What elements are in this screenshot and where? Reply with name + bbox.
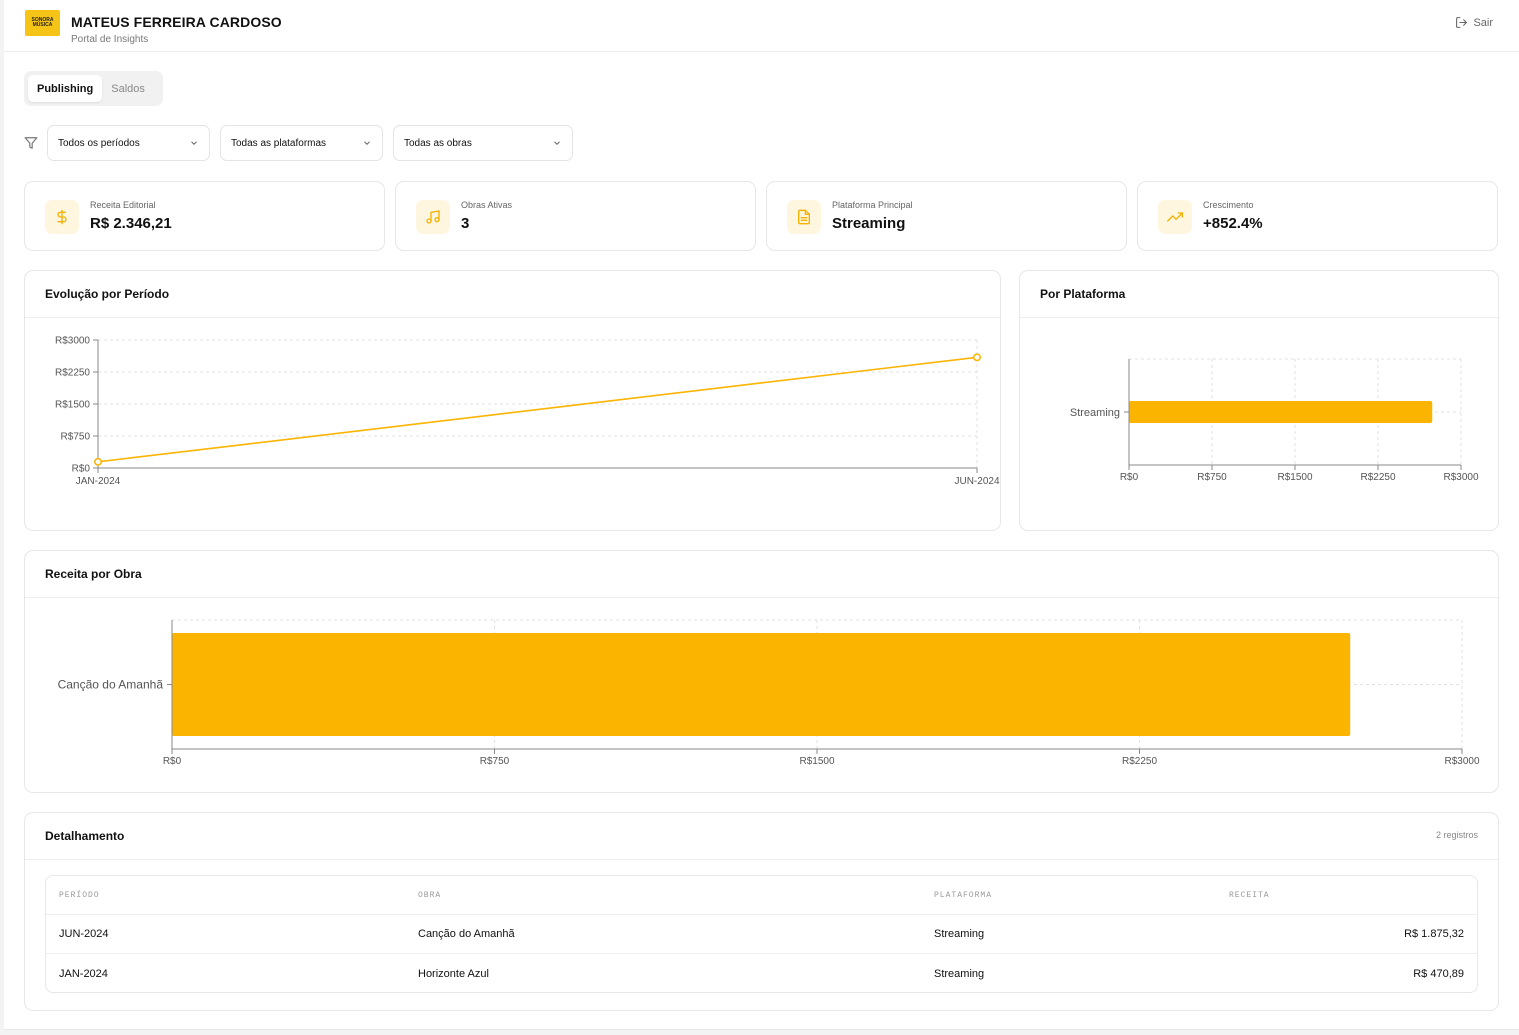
- x-tick-label: R$1500: [1277, 472, 1312, 483]
- chart-title: Receita por Obra: [45, 567, 142, 581]
- card-divider: [25, 859, 1498, 860]
- logout-label: Sair: [1473, 16, 1493, 29]
- tab-saldos[interactable]: Saldos: [102, 75, 154, 102]
- work-chart-card: Receita por Obra R$0 R$750 R$1500 R$2250 R$3…: [24, 550, 1499, 793]
- x-tick-label: R$3000: [1443, 472, 1478, 483]
- evolution-chart-card: Evolução por Período R$0 R$750 R$1500 R$225…: [24, 270, 1001, 531]
- record-count: 2 registros: [1435, 830, 1478, 840]
- music-note-icon: [416, 200, 450, 234]
- platform-chart-card: Por Plataforma R$0 R$750 R$1500 R$2250 R$300…: [1019, 270, 1499, 531]
- data-point: [94, 457, 102, 466]
- cell-period: JUN-2024: [59, 928, 109, 940]
- chart-title: Por Plataforma: [1040, 287, 1126, 301]
- kpi-card-revenue: Receita Editorial R$ 2.346,21: [24, 181, 385, 251]
- column-header-period[interactable]: PERÍODO: [59, 876, 100, 914]
- kpi-card-platform: Plataforma Principal Streaming: [766, 181, 1127, 251]
- kpi-value: +852.4%: [1203, 215, 1263, 232]
- cell-work: Horizonte Azul: [418, 967, 489, 980]
- logo-text-line2: MÚSICA: [32, 22, 53, 28]
- y-tick-label: R$0: [72, 464, 91, 475]
- logout-button[interactable]: Sair: [1455, 16, 1493, 29]
- x-tick-label: R$1500: [799, 756, 834, 767]
- series-line: [97, 356, 978, 463]
- table-row[interactable]: JAN-2024 Horizonte Azul Streaming R$ 470…: [46, 954, 1477, 992]
- kpi-label: Receita Editorial: [90, 200, 156, 210]
- platform-select-value: Todas as plataformas: [231, 137, 327, 149]
- y-category-label: Streaming: [1070, 407, 1120, 419]
- logout-icon: [1456, 17, 1468, 28]
- detail-title: Detalhamento: [45, 829, 125, 843]
- work-bar-chart: R$0 R$750 R$1500 R$2250 R$3000 Canção do Aman…: [58, 619, 1480, 767]
- cell-platform: Streaming: [934, 967, 985, 980]
- kpi-card-works: Obras Ativas 3: [395, 181, 756, 251]
- kpi-label: Crescimento: [1203, 200, 1254, 210]
- filter-icon: [24, 137, 38, 149]
- data-point: [973, 353, 981, 362]
- platform-bar-chart: R$0 R$750 R$1500 R$2250 R$3000 Streaming: [1070, 358, 1479, 483]
- bar: [1129, 401, 1433, 423]
- kpi-label: Plataforma Principal: [832, 200, 913, 210]
- kpi-value: 3: [461, 215, 470, 232]
- platform-select[interactable]: Todas as plataformas: [220, 125, 383, 161]
- cell-revenue: R$ 470,89: [1413, 967, 1464, 980]
- kpi-label: Obras Ativas: [461, 200, 513, 210]
- header: SONORA MÚSICA MATEUS FERREIRA CARDOSO Po…: [4, 0, 1519, 52]
- detail-table: PERÍODO OBRA PLATAFORMA RECEITA JUN-2024…: [45, 875, 1478, 993]
- kpi-value: Streaming: [832, 215, 906, 232]
- column-header-work[interactable]: OBRA: [418, 876, 441, 914]
- column-header-revenue[interactable]: RECEITA: [1229, 876, 1270, 914]
- cell-platform: Streaming: [934, 928, 985, 940]
- detail-card: Detalhamento 2 registros PERÍODO OBRA PL…: [24, 812, 1499, 1011]
- work-select-value: Todas as obras: [404, 137, 472, 149]
- chart-title: Evolução por Período: [45, 287, 170, 301]
- kpi-value: R$ 2.346,21: [90, 215, 172, 232]
- table-header-row: PERÍODO OBRA PLATAFORMA RECEITA: [46, 876, 1477, 915]
- chevron-down-icon: [554, 141, 560, 145]
- chevron-down-icon: [191, 141, 197, 145]
- y-tick-label: R$2250: [55, 368, 90, 379]
- work-select[interactable]: Todas as obras: [393, 125, 573, 161]
- x-tick-label: R$3000: [1444, 756, 1479, 767]
- kpi-card-growth: Crescimento +852.4%: [1137, 181, 1498, 251]
- column-header-platform[interactable]: PLATAFORMA: [934, 876, 992, 914]
- table-row[interactable]: JUN-2024 Canção do Amanhã Streaming R$ 1…: [46, 915, 1477, 954]
- cell-revenue: R$ 1.875,32: [1404, 928, 1464, 940]
- x-tick-label: R$0: [1120, 472, 1139, 483]
- cell-work: Canção do Amanhã: [418, 928, 515, 940]
- x-tick-label: JAN-2024: [76, 476, 121, 487]
- x-tick-label: R$2250: [1360, 472, 1395, 483]
- app-window: SONORA MÚSICA MATEUS FERREIRA CARDOSO Po…: [4, 0, 1519, 1030]
- x-tick-label: R$750: [1197, 472, 1227, 483]
- y-tick-label: R$1500: [55, 400, 90, 411]
- x-tick-label: R$750: [480, 756, 510, 767]
- tab-publishing[interactable]: Publishing: [28, 75, 103, 102]
- document-icon: [787, 200, 821, 234]
- y-tick-label: R$3000: [55, 336, 90, 347]
- user-name: MATEUS FERREIRA CARDOSO: [71, 14, 282, 30]
- chevron-down-icon: [364, 141, 370, 145]
- brand-logo: SONORA MÚSICA: [25, 10, 60, 36]
- x-tick-label: R$0: [163, 756, 182, 767]
- period-select[interactable]: Todos os períodos: [47, 125, 210, 161]
- x-tick-label: R$2250: [1122, 756, 1157, 767]
- tab-bar: Publishing Saldos: [24, 71, 163, 106]
- y-tick-label: R$750: [61, 432, 91, 443]
- y-category-label: Canção do Amanhã: [58, 678, 164, 692]
- cell-period: JAN-2024: [59, 967, 108, 980]
- period-select-value: Todos os períodos: [58, 137, 140, 149]
- portal-subtitle: Portal de Insights: [71, 34, 149, 45]
- bar: [172, 633, 1351, 736]
- evolution-line-chart: R$0 R$750 R$1500 R$2250 R$3000 JAN-2024 JUN-20…: [55, 336, 1000, 488]
- trending-up-icon: [1158, 200, 1192, 234]
- x-tick-label: JUN-2024: [954, 476, 999, 487]
- dollar-icon: [45, 200, 79, 234]
- filter-bar: Todos os períodos Todas as plataformas T…: [24, 125, 583, 161]
